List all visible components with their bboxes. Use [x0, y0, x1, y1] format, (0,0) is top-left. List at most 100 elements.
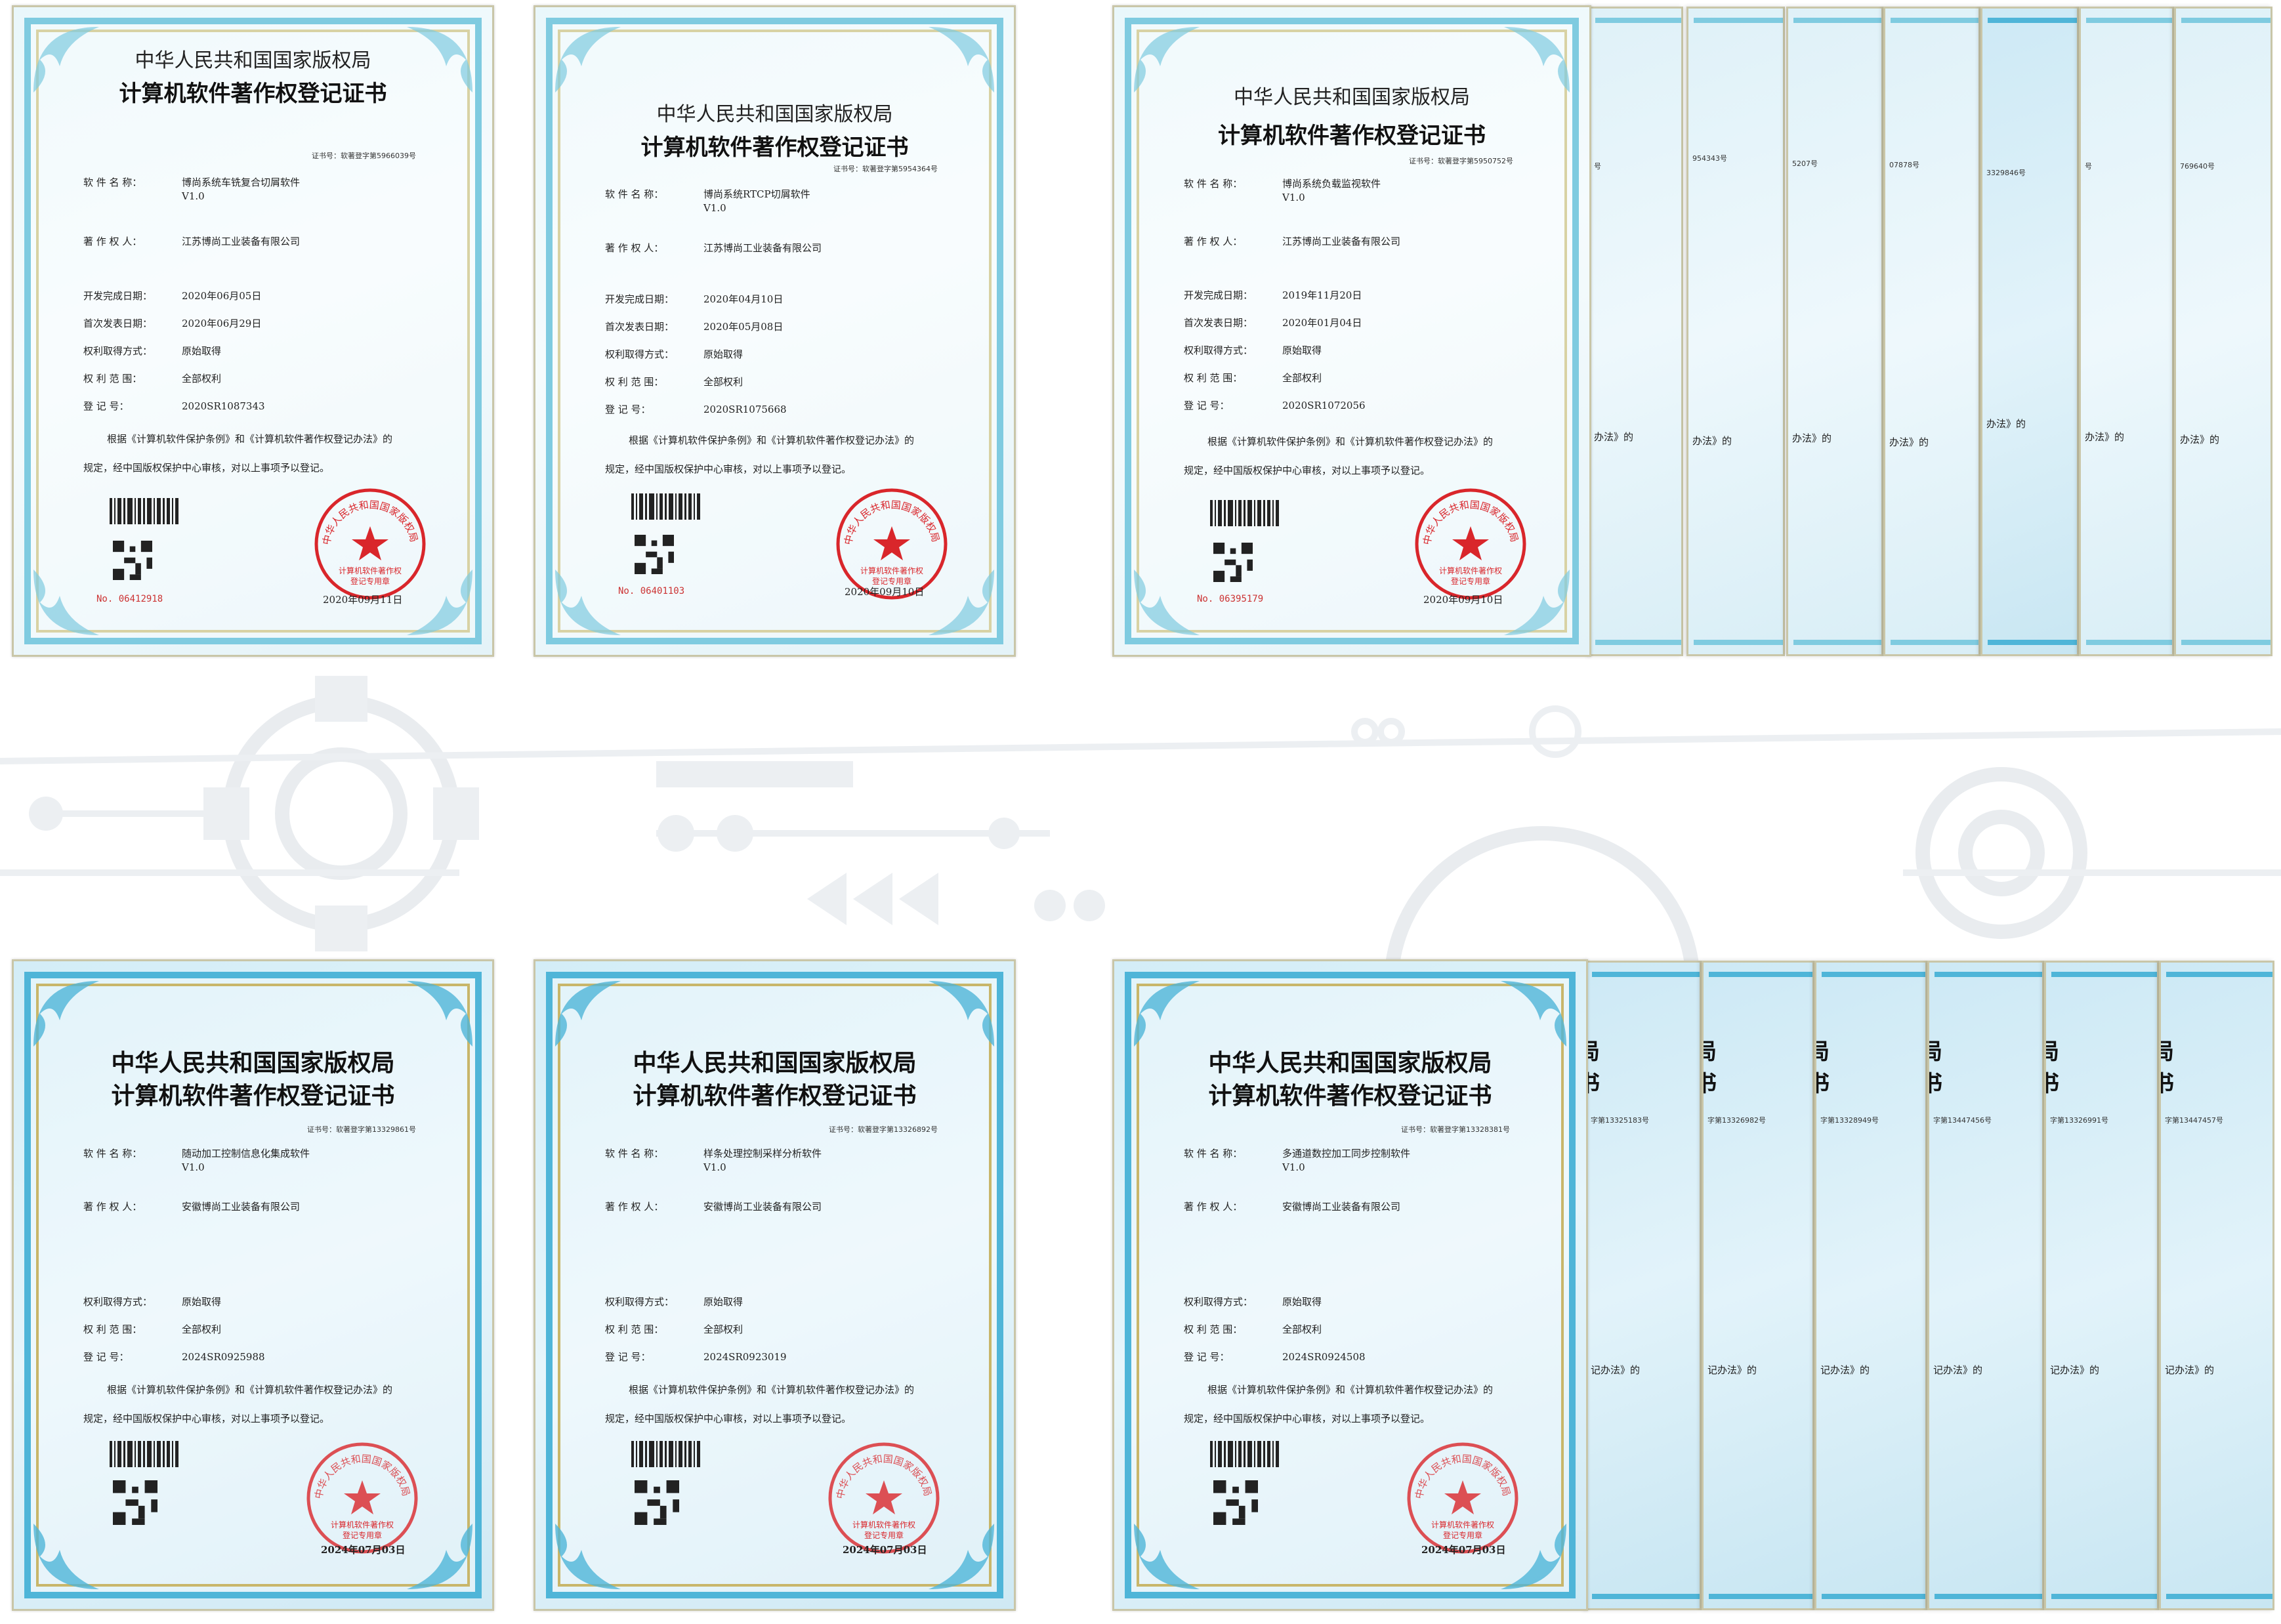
owner-label: 著 作 权 人：	[1184, 236, 1243, 247]
method-row: 权利取得方式： 原始取得	[83, 344, 221, 358]
legal-line-1: 根据《计算机软件保护条例》和《计算机软件著作权登记办法》的	[629, 434, 915, 446]
dev-date-row: 开发完成日期： 2019年11月20日	[1184, 288, 1362, 302]
owner-label: 著 作 权 人：	[605, 242, 664, 254]
certificate-frame: 中华人民共和国国家版权局 计算机软件著作权登记证书 证书号：软著登字第59660…	[24, 18, 482, 644]
legal-line-1: 根据《计算机软件保护条例》和《计算机软件著作权登记办法》的	[107, 433, 393, 445]
dev-date-row: 开发完成日期： 2020年04月10日	[605, 292, 783, 306]
corner-ornament	[1134, 570, 1200, 635]
certificate-frame: 中华人民共和国国家版权局 计算机软件著作权登记证书 证书号：软著登字第13326…	[546, 972, 1003, 1598]
certificate-card: 中华人民共和国国家版权局 计算机软件著作权登记证书 证书号：软著登字第59660…	[12, 5, 494, 657]
software-name: 博尚系统RTCP切屑软件	[703, 188, 810, 200]
corner-ornament	[1134, 1524, 1200, 1589]
scope-label: 权 利 范 围：	[1184, 1323, 1243, 1335]
reg-no: 2024SR0925988	[182, 1351, 265, 1363]
barcode-icon	[631, 493, 700, 520]
serial-label: No.	[96, 594, 114, 604]
title-fragment: 局书	[1929, 1033, 1942, 1102]
official-red-seal: 中华人民共和国国家版权局 计算机软件著作权 登记专用章	[1415, 488, 1526, 600]
pub-date-row: 首次发表日期： 2020年06月29日	[83, 316, 261, 330]
certificate-frame	[1595, 18, 1681, 645]
owner-label: 著 作 权 人：	[605, 1201, 664, 1213]
issue-date: 2020年09月11日	[323, 594, 403, 606]
legal-fragment: 办法》的	[1792, 432, 1832, 444]
legal-line-2: 规定，经中国版权保护中心审核，对以上事项予以登记。	[605, 1413, 852, 1425]
legal-fragment: 记办法》的	[1591, 1364, 1641, 1376]
legal-line-1: 根据《计算机软件保护条例》和《计算机软件著作权登记办法》的	[629, 1384, 915, 1396]
legal-paragraph: 根据《计算机软件保护条例》和《计算机软件著作权登记办法》的 规定，经中国版权保护…	[1184, 427, 1533, 485]
legal-line-2: 规定，经中国版权保护中心审核，对以上事项予以登记。	[605, 463, 852, 475]
issue-date: 2024年07月03日	[843, 1544, 927, 1556]
method-row: 权利取得方式： 原始取得	[83, 1295, 221, 1308]
legal-paragraph: 根据《计算机软件保护条例》和《计算机软件著作权登记办法》的 规定，经中国版权保护…	[1184, 1375, 1530, 1433]
legal-paragraph: 根据《计算机软件保护条例》和《计算机软件著作权登记办法》的 规定，经中国版权保护…	[83, 425, 436, 482]
scope-row: 权 利 范 围： 全部权利	[605, 375, 743, 388]
method-label: 权利取得方式：	[1184, 1296, 1253, 1308]
qr-code-icon	[1213, 1480, 1258, 1525]
legal-paragraph: 根据《计算机软件保护条例》和《计算机软件著作权登记办法》的 规定，经中国版权保护…	[83, 1375, 436, 1433]
software-version: V1.0	[182, 1161, 205, 1173]
certificate-number-fragment: 号	[2085, 162, 2092, 171]
software-version: V1.0	[182, 190, 205, 202]
method: 原始取得	[182, 1296, 222, 1308]
certificate-frame: 中华人民共和国国家版权局 计算机软件著作权登记证书 证书号：软著登字第59507…	[1125, 18, 1579, 644]
certificate-number-fragment: 字第13326991号	[2050, 1116, 2108, 1125]
owner-row: 著 作 权 人： 江苏博尚工业装备有限公司	[83, 234, 300, 248]
authority-title: 中华人民共和国国家版权局	[633, 1049, 917, 1077]
reg-no-label: 登 记 号：	[83, 400, 129, 412]
reg-no-row: 登 记 号： 2024SR0924508	[1184, 1350, 1366, 1364]
owner: 江苏博尚工业装备有限公司	[182, 236, 301, 247]
software-name-label: 软 件 名 称：	[605, 1148, 664, 1159]
reg-no-label: 登 记 号：	[83, 1351, 129, 1363]
reg-no: 2024SR0924508	[1282, 1351, 1366, 1363]
certificate-card: 中华人民共和国国家版权局 计算机软件著作权登记证书 证书号：软著登字第13329…	[12, 959, 494, 1611]
seal-inner-text-2: 登记专用章	[350, 576, 390, 586]
legal-fragment: 办法》的	[1692, 435, 1732, 447]
owner-label: 著 作 权 人：	[83, 1201, 142, 1213]
corner-ornament	[33, 1524, 99, 1589]
certificate-number: 证书号：软著登字第13328381号	[1401, 1125, 1510, 1134]
dev-date-row: 开发完成日期： 2020年06月05日	[83, 289, 261, 302]
legal-paragraph: 根据《计算机软件保护条例》和《计算机软件著作权登记办法》的 规定，经中国版权保护…	[605, 1375, 957, 1433]
certificate-title: 计算机软件著作权登记证书	[119, 81, 387, 107]
legal-line-2: 规定，经中国版权保护中心审核，对以上事项予以登记。	[83, 1413, 330, 1425]
qr-code-icon	[635, 1480, 679, 1525]
software-name: 博尚系统车铣复合切屑软件	[182, 177, 301, 188]
method-label: 权利取得方式：	[1184, 344, 1253, 356]
certificate-frame	[1793, 18, 1881, 645]
stacked-certificate: 号办法》的	[1588, 7, 1683, 656]
software-name: 样条处理控制采样分析软件	[703, 1148, 822, 1159]
legal-fragment: 办法》的	[1986, 418, 2026, 430]
legal-fragment: 办法》的	[1594, 431, 1634, 443]
certificate-number-fragment: 954343号	[1692, 154, 1727, 163]
pub-date: 2020年06月29日	[182, 318, 262, 329]
software-name-row: 软 件 名 称： 博尚系统车铣复合切屑软件 V1.0	[83, 175, 300, 202]
scope: 全部权利	[1282, 372, 1322, 384]
stacked-certificate: 07878号 办法》的	[1883, 7, 1980, 656]
scope-row: 权 利 范 围： 全部权利	[605, 1322, 743, 1336]
owner-row: 著 作 权 人： 江苏博尚工业装备有限公司	[605, 241, 822, 255]
legal-line-2: 规定，经中国版权保护中心审核，对以上事项予以登记。	[1184, 1413, 1431, 1425]
certificate-title: 计算机软件著作权登记证书	[640, 135, 909, 161]
scope-label: 权 利 范 围：	[1184, 372, 1243, 384]
corner-ornament	[929, 981, 994, 1047]
authority-title: 中华人民共和国国家版权局	[1234, 86, 1470, 109]
scope: 全部权利	[703, 1323, 743, 1335]
issue-date: 2020年09月10日	[1423, 594, 1503, 606]
official-red-seal: 中华人民共和国国家版权局 计算机软件著作权 登记专用章	[314, 488, 426, 600]
method-row: 权利取得方式： 原始取得	[1184, 1295, 1322, 1308]
method-label: 权利取得方式：	[83, 1296, 153, 1308]
certificate-frame: 中华人民共和国国家版权局 计算机软件著作权登记证书 证书号：软著登字第13328…	[1125, 972, 1576, 1598]
reg-no-row: 登 记 号： 2020SR1072056	[1184, 398, 1366, 412]
scope-label: 权 利 范 围：	[605, 1323, 664, 1335]
software-version: V1.0	[1282, 1161, 1305, 1173]
certificate-frame: 中华人民共和国国家版权局 计算机软件著作权登记证书 证书号：软著登字第13329…	[24, 972, 482, 1598]
seal-inner-text-1: 计算机软件著作权	[1439, 566, 1502, 575]
legal-line-1: 根据《计算机软件保护条例》和《计算机软件著作权登记办法》的	[1207, 1384, 1494, 1396]
certificate-number: 证书号：软著登字第5954364号	[833, 165, 938, 173]
authority-title: 中华人民共和国国家版权局	[656, 103, 893, 126]
legal-line-2: 规定，经中国版权保护中心审核，对以上事项予以登记。	[83, 462, 330, 474]
stacked-certificate: 局书字第13447456号记办法》的	[1927, 961, 2044, 1610]
dev-date: 2020年04月10日	[703, 293, 784, 305]
pub-date: 2020年05月08日	[703, 321, 784, 333]
reg-no: 2024SR0923019	[703, 1351, 787, 1363]
